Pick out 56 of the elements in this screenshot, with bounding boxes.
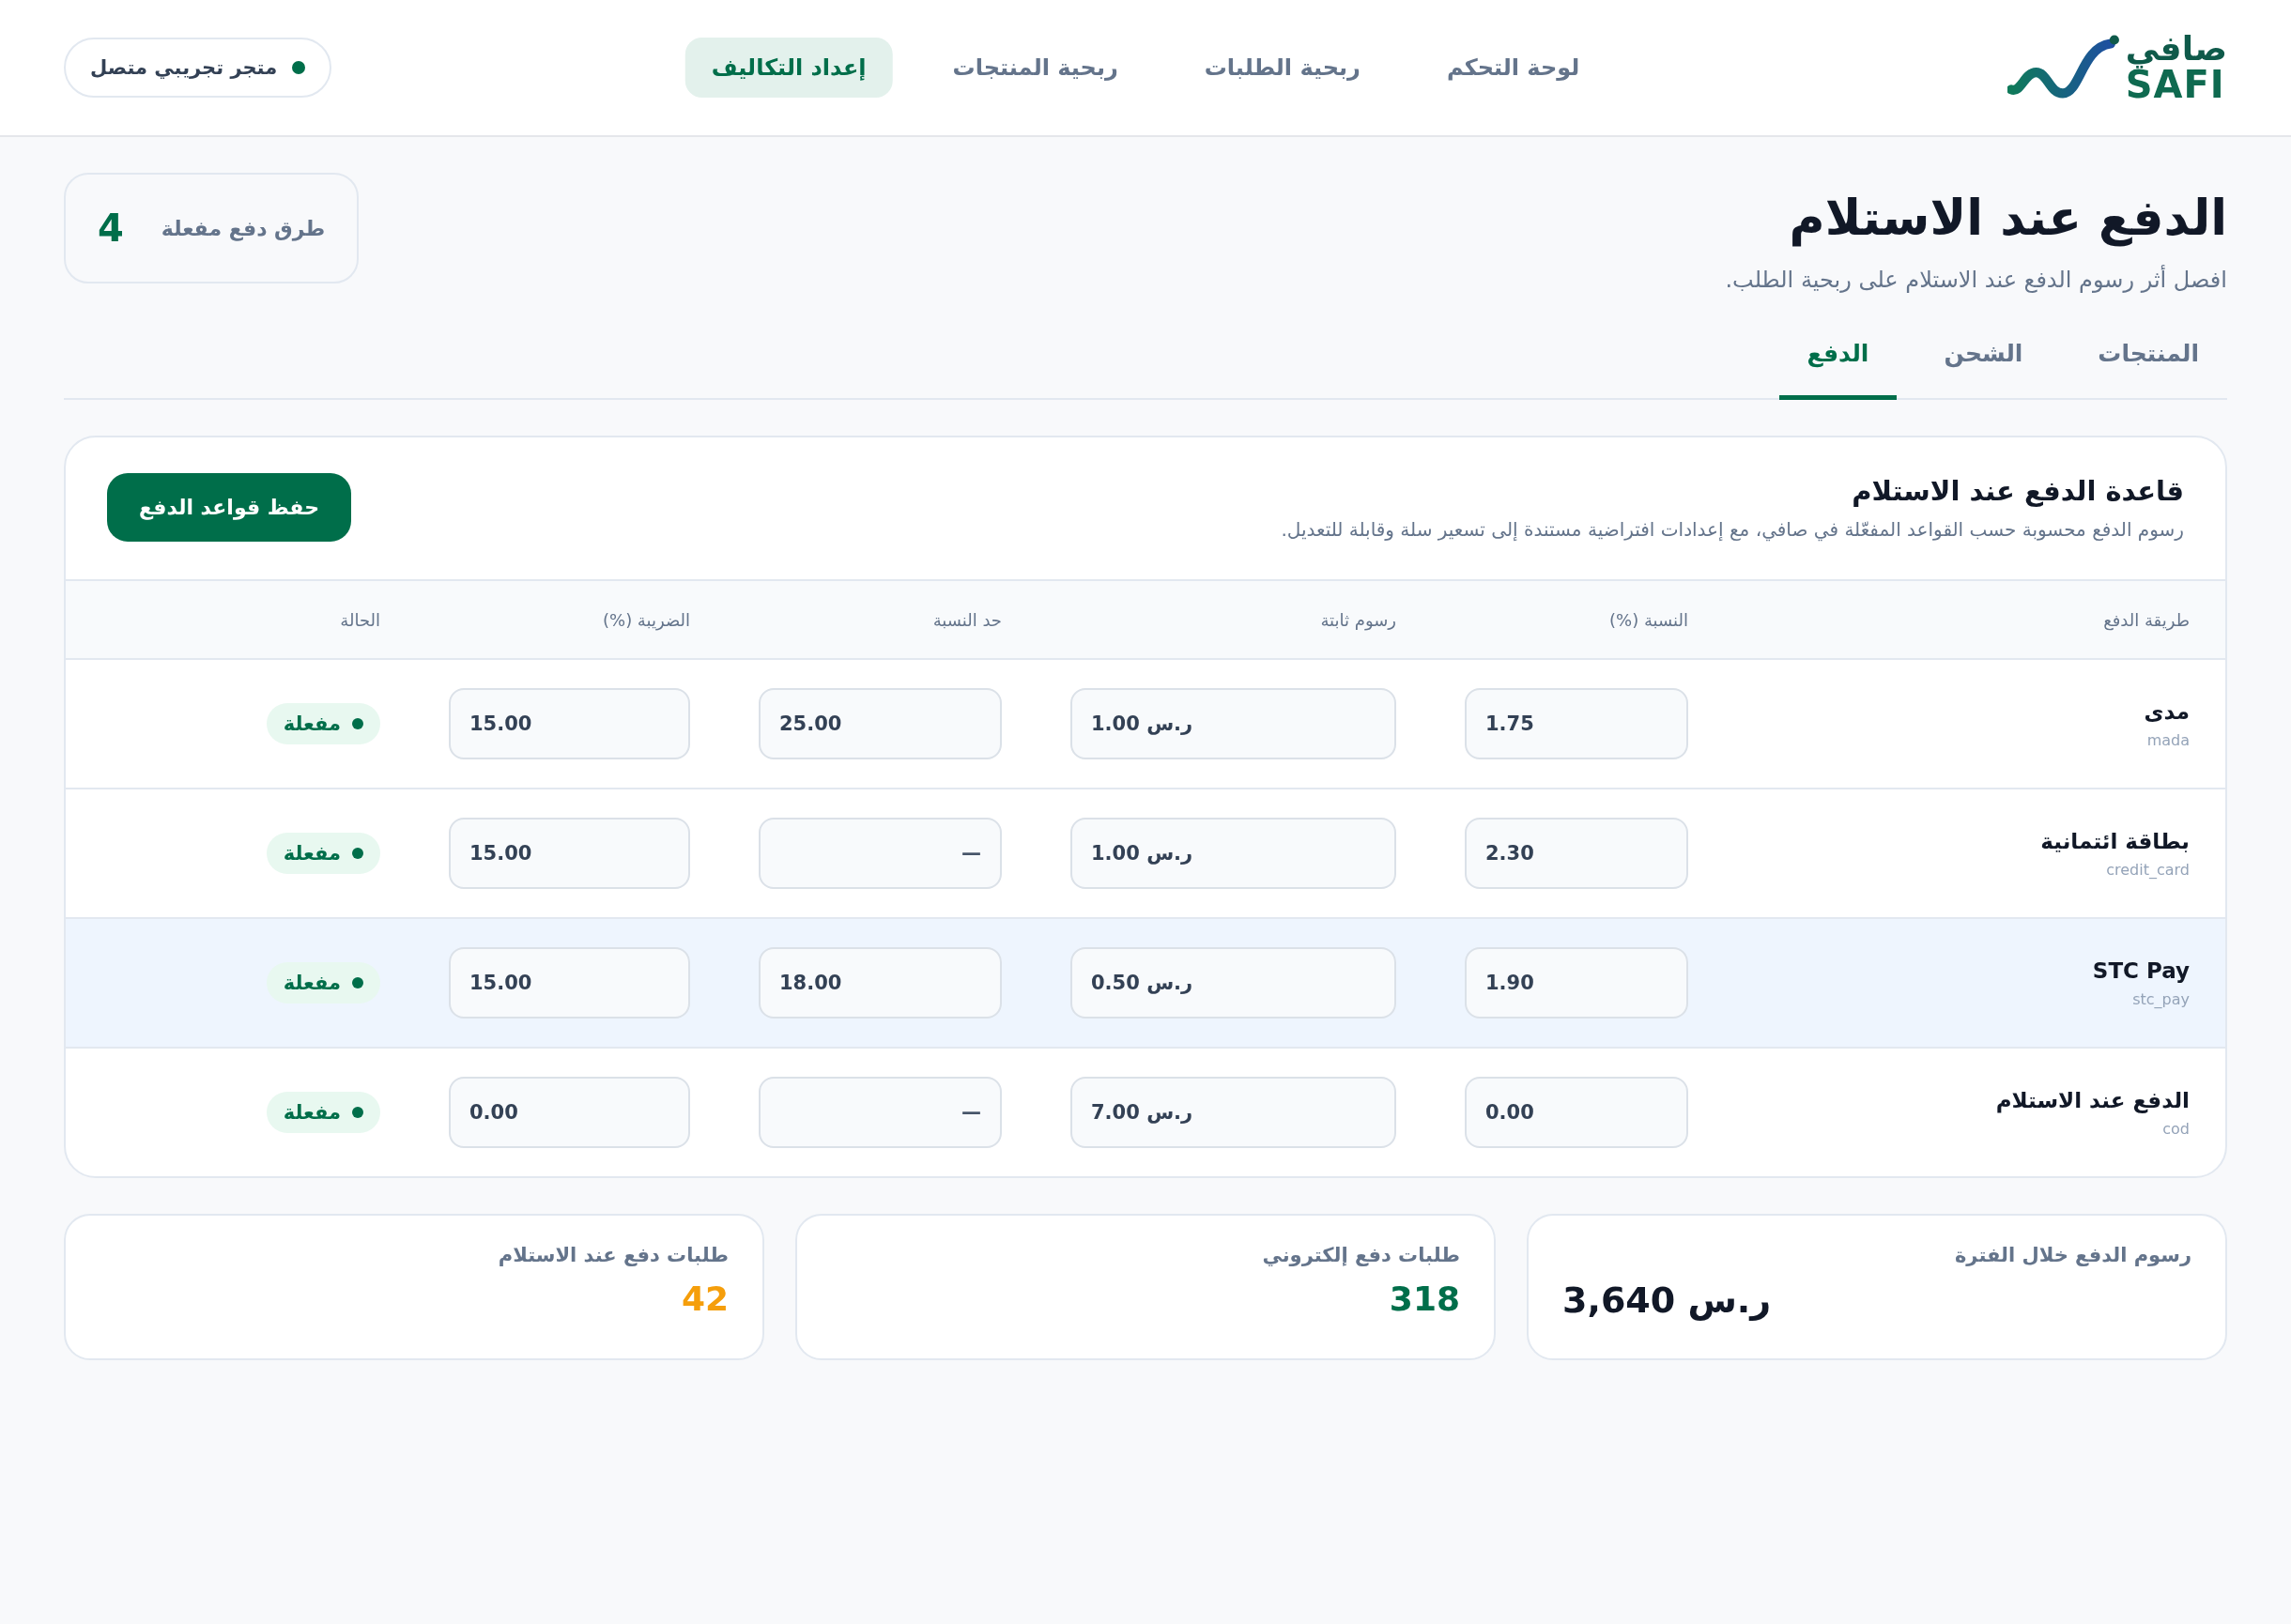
cap-field[interactable]: 25.00	[759, 688, 1002, 759]
tax-field[interactable]: 15.00	[449, 688, 690, 759]
stat-value: ر.س 3,640	[1562, 1279, 1772, 1321]
method-name: مدى	[2143, 698, 2190, 724]
nav-tab[interactable]: إعداد التكاليف	[684, 38, 893, 98]
stat-label: طلبات دفع إلكتروني	[1261, 1244, 1460, 1266]
column-header: الضريبة (%)	[602, 609, 690, 630]
tax-field[interactable]: 15.00	[449, 947, 690, 1019]
store-status-pill[interactable]: متجر تجريبي متصل	[64, 38, 332, 98]
save-button[interactable]: حفظ قواعد الدفع	[107, 473, 351, 542]
method-code: credit_card	[2105, 860, 2190, 879]
status-badge: مفعلة	[266, 962, 380, 1004]
stat-label: طلبات دفع عند الاستلام	[497, 1244, 729, 1266]
status-badge: مفعلة	[266, 703, 380, 744]
rate-field[interactable]: 0.00	[1465, 1077, 1688, 1148]
method-code: stc_pay	[2131, 989, 2190, 1008]
nav-tab[interactable]: لوحة التحكم	[1420, 38, 1607, 98]
tab[interactable]: الدفع	[1778, 330, 1898, 400]
stat-value: 42	[680, 1279, 729, 1318]
rate-field[interactable]: 2.30	[1465, 818, 1688, 889]
stat-label: طرق دفع مفعلة	[161, 216, 326, 240]
fixed-fee-field[interactable]: 1.00 ر.س	[1070, 818, 1396, 889]
tab[interactable]: المنتجات	[2069, 330, 2227, 400]
column-header: النسبة (%)	[1608, 609, 1688, 630]
cap-field[interactable]: —	[759, 1077, 1002, 1148]
method-name: الدفع عند الاستلام	[1994, 1087, 2190, 1112]
cap-field[interactable]: —	[759, 818, 1002, 889]
method-code: cod	[2161, 1119, 2190, 1138]
store-label: متجر تجريبي متصل	[90, 56, 278, 79]
tab[interactable]: الشحن	[1915, 330, 2052, 400]
method-name: بطاقة ائتمانية	[2039, 828, 2190, 853]
cap-field[interactable]: 18.00	[759, 947, 1002, 1019]
stat-label: رسوم الدفع خلال الفترة	[1953, 1244, 2191, 1266]
column-header: الحالة	[339, 609, 380, 630]
rate-field[interactable]: 1.90	[1465, 947, 1688, 1019]
nav-tab[interactable]: ربحية المنتجات	[926, 38, 1145, 98]
card-title: قاعدة الدفع عند الاستلام	[1851, 474, 2184, 507]
method-name: STC Pay	[2091, 958, 2190, 983]
tax-field[interactable]: 0.00	[449, 1077, 690, 1148]
fixed-fee-field[interactable]: 1.00 ر.س	[1070, 688, 1396, 759]
stat-value: 4	[98, 207, 124, 250]
fixed-fee-field[interactable]: 7.00 ر.س	[1070, 1077, 1396, 1148]
column-header: رسوم ثابتة	[1319, 609, 1396, 630]
rate-field[interactable]: 1.75	[1465, 688, 1688, 759]
tax-field[interactable]: 15.00	[449, 818, 690, 889]
status-badge: مفعلة	[266, 1092, 380, 1133]
card-description: رسوم الدفع محسوبة حسب القواعد المفعّلة في صافي، مع إعدادات افتراضية مستندة إلى تسعير سلة وقابلة للتعديل.	[1281, 517, 2184, 541]
column-header: طريقة الدفع	[2102, 609, 2190, 630]
page-subtitle: افصل أثر رسوم الدفع عند الاستلام على ربحية الطلب.	[1725, 267, 2227, 293]
column-header: حد النسبة	[931, 609, 1002, 630]
stat-value: 318	[1388, 1279, 1460, 1318]
status-badge: مفعلة	[266, 833, 380, 874]
page-title: الدفع عند الاستلام	[1788, 190, 2227, 246]
method-code: mada	[2145, 730, 2190, 749]
fixed-fee-field[interactable]: 0.50 ر.س	[1070, 947, 1396, 1019]
nav-tab[interactable]: ربحية الطلبات	[1177, 38, 1387, 98]
